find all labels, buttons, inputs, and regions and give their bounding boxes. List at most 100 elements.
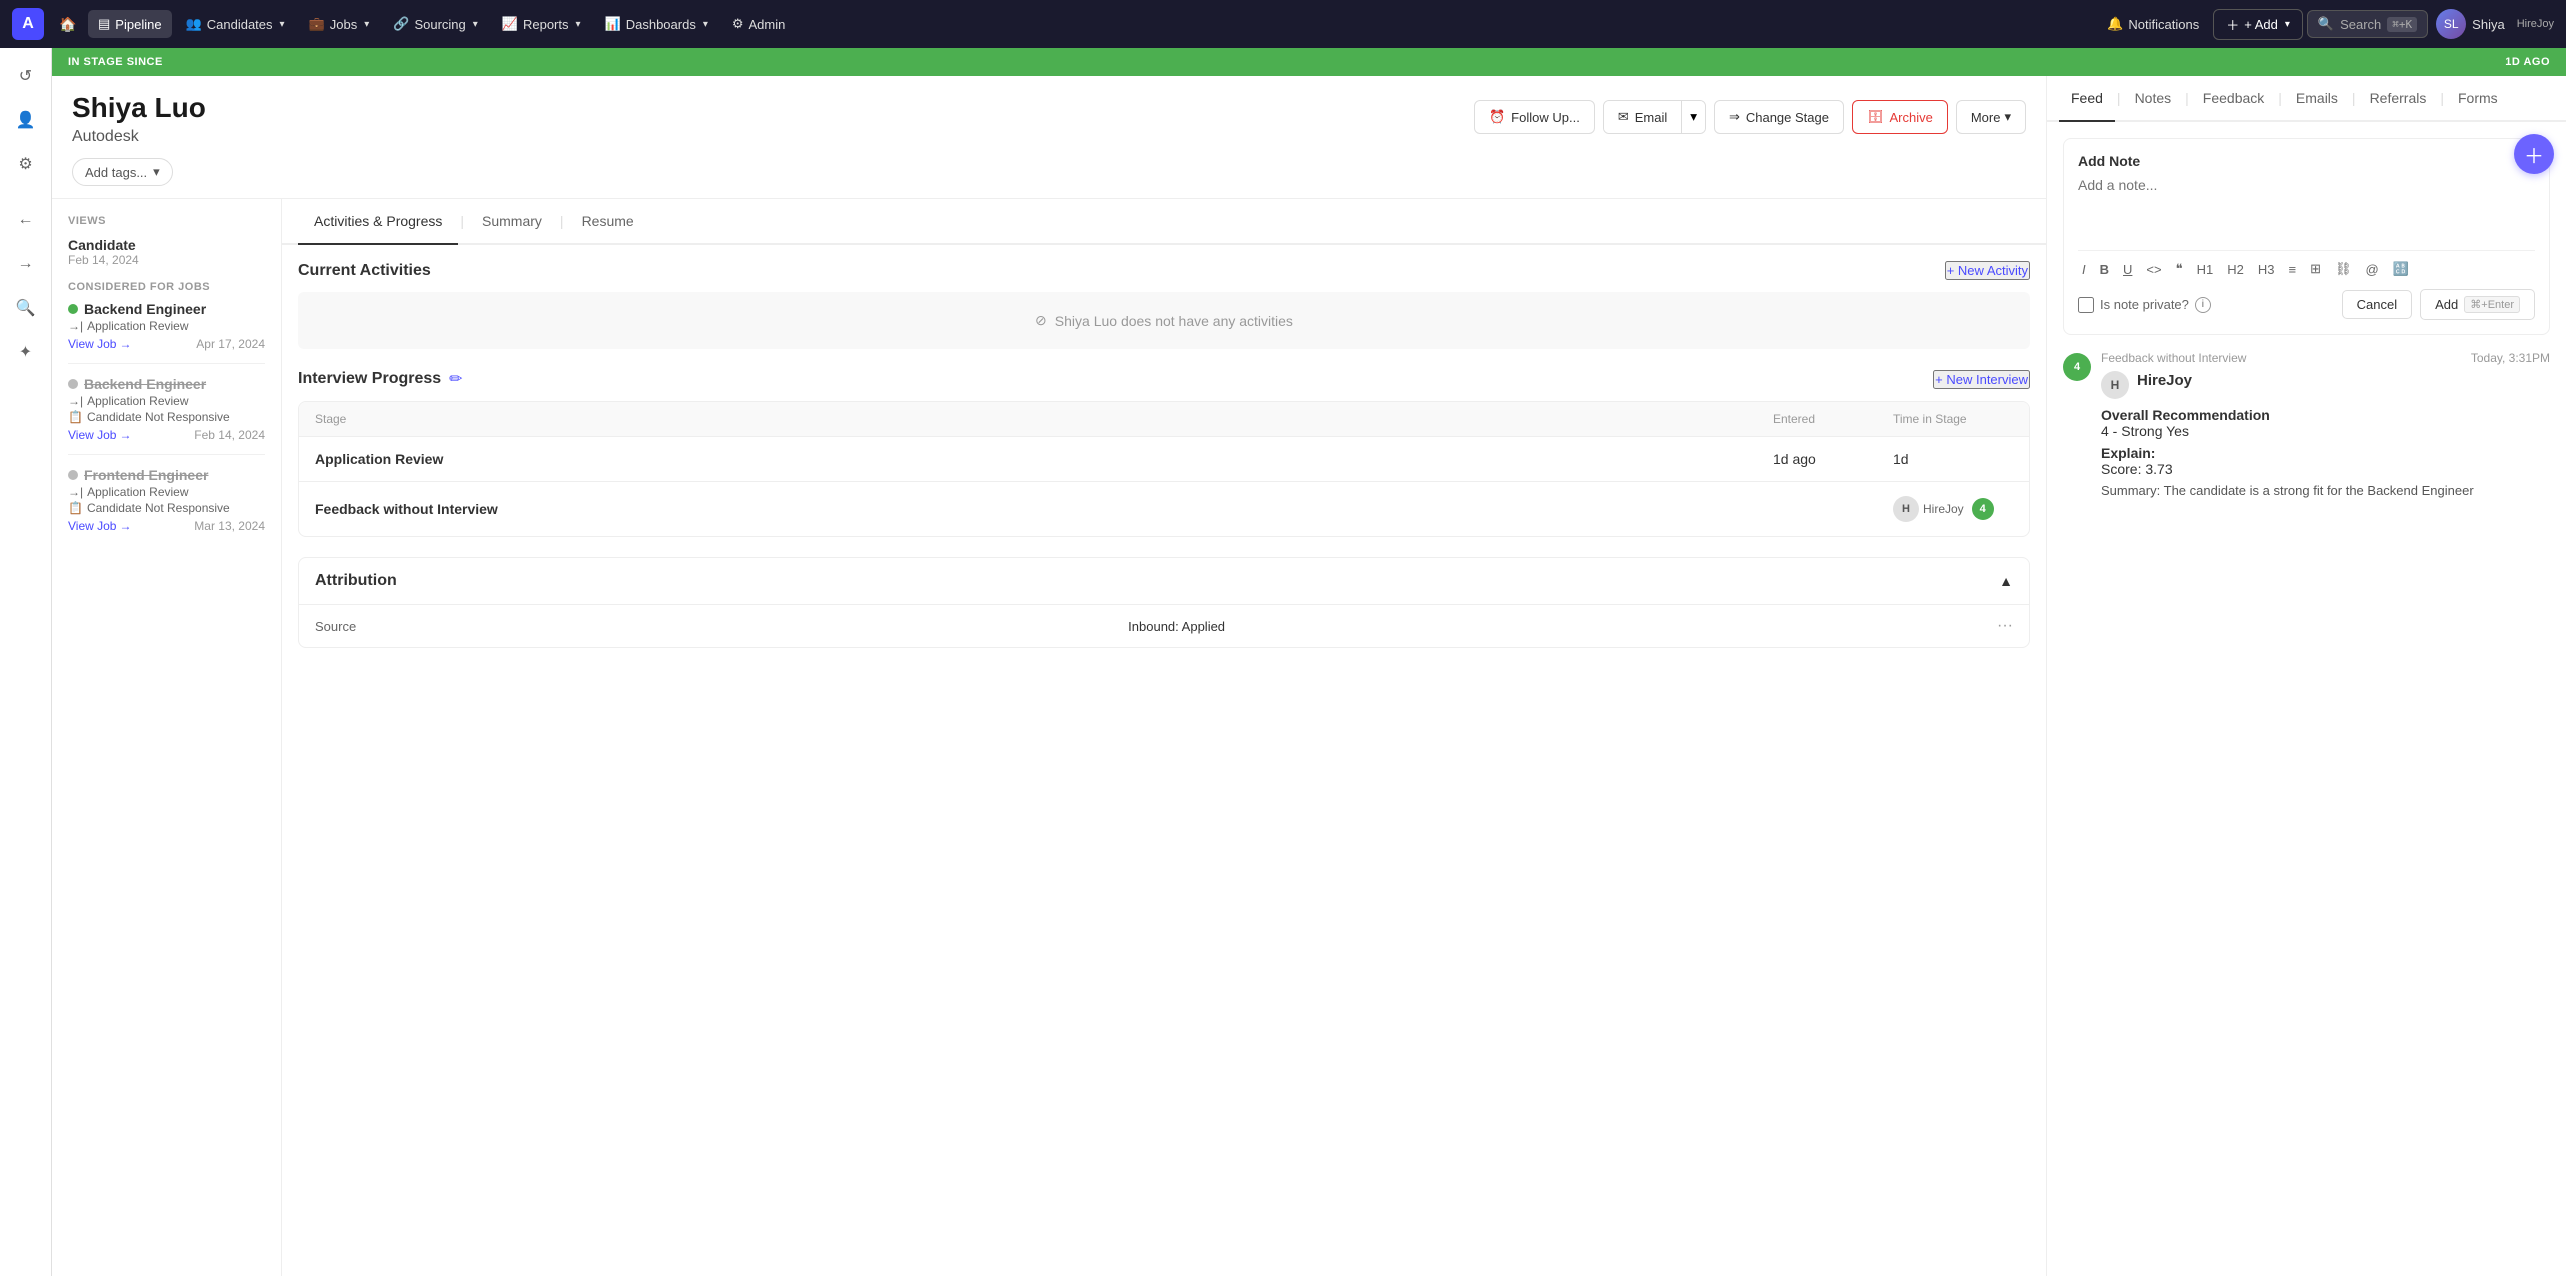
email-icon: ✉: [1618, 109, 1629, 125]
note-textarea[interactable]: [2078, 177, 2535, 237]
main-content: Activities & Progress | Summary | Resume…: [282, 199, 2046, 1276]
feedback-avatar-h: H: [1893, 496, 1919, 522]
h1-tool[interactable]: H1: [2193, 260, 2218, 279]
email-button[interactable]: ✉ Email: [1604, 101, 1681, 133]
job-item-1: Backend Engineer →| Application Review V…: [68, 301, 265, 364]
home-icon[interactable]: 🏠: [52, 8, 84, 40]
candidates-icon: 👥: [186, 16, 202, 32]
right-tab-notes[interactable]: Notes: [2123, 76, 2184, 122]
info-icon[interactable]: i: [2195, 297, 2211, 313]
feedback-count-badge: 4: [1972, 498, 1994, 520]
search-bar[interactable]: 🔍 Search ⌘+K: [2307, 10, 2428, 38]
tab-activities-progress[interactable]: Activities & Progress: [298, 199, 458, 245]
feed-avatar: H: [2101, 371, 2129, 399]
interview-table: Stage Entered Time in Stage Application …: [298, 401, 2030, 537]
tab-resume[interactable]: Resume: [566, 199, 650, 245]
tab-summary[interactable]: Summary: [466, 199, 558, 245]
quote-tool[interactable]: ❝: [2172, 259, 2187, 279]
change-stage-button[interactable]: ⇒ Change Stage: [1714, 100, 1844, 134]
right-tab-referrals[interactable]: Referrals: [2358, 76, 2439, 122]
slash-circle-icon: ⊘: [1035, 312, 1047, 329]
sidebar-history[interactable]: ↺: [6, 56, 46, 96]
search-shortcut: ⌘+K: [2387, 17, 2417, 32]
follow-up-button[interactable]: ⏰ Follow Up...: [1474, 100, 1595, 134]
view-job-link-1[interactable]: View Job →: [68, 337, 131, 351]
right-panel: Feed | Notes | Feedback | Emails | Refer…: [2046, 76, 2566, 1276]
italic-tool[interactable]: I: [2078, 260, 2090, 279]
app-logo[interactable]: A: [12, 8, 44, 40]
h2-tool[interactable]: H2: [2223, 260, 2248, 279]
nav-reports[interactable]: 📈 Reports ▾: [492, 10, 591, 38]
right-tab-feedback[interactable]: Feedback: [2191, 76, 2276, 122]
feedback-avatars: H HireJoy: [1893, 496, 1964, 522]
note-add-button[interactable]: Add ⌘+Enter: [2420, 289, 2535, 320]
attribution-section: Attribution ▲ Source Inbound: Applied ··…: [298, 557, 2030, 648]
fab-add-button[interactable]: ＋: [2514, 134, 2554, 174]
sidebar-filter[interactable]: ⚙: [6, 144, 46, 184]
job-stage-2: →| Application Review: [68, 394, 265, 408]
more-button[interactable]: More ▾: [1956, 100, 2026, 134]
attribution-row-1: Source Inbound: Applied ···: [299, 604, 2029, 647]
add-tags-button[interactable]: Add tags... ▾: [72, 158, 173, 186]
nav-jobs[interactable]: 💼 Jobs ▾: [299, 10, 380, 38]
bold-tool[interactable]: B: [2096, 260, 2113, 279]
sidebar-search[interactable]: 🔍: [6, 288, 46, 328]
h3-tool[interactable]: H3: [2254, 260, 2279, 279]
nav-admin[interactable]: ⚙ Admin: [722, 10, 796, 38]
content-area: Current Activities + New Activity ⊘ Shiy…: [282, 245, 2046, 664]
nav-dashboards[interactable]: 📊 Dashboards ▾: [595, 10, 718, 38]
job-name-1: Backend Engineer: [68, 301, 265, 317]
nav-candidates[interactable]: 👥 Candidates ▾: [176, 10, 295, 38]
link-tool[interactable]: ⛓: [2331, 259, 2356, 279]
code-tool[interactable]: <>: [2142, 260, 2165, 279]
add-shortcut: ⌘+Enter: [2464, 296, 2520, 313]
interview-row-2: Feedback without Interview H HireJoy 4: [299, 482, 2029, 536]
sourcing-icon: 🔗: [393, 16, 409, 32]
note-cancel-button[interactable]: Cancel: [2342, 290, 2412, 319]
new-interview-button[interactable]: + New Interview: [1933, 370, 2030, 389]
sidebar-new[interactable]: ✦: [6, 332, 46, 372]
inactive-dot-3: [68, 470, 78, 480]
job-rejection-3: 📋 Candidate Not Responsive: [68, 501, 265, 515]
attribution-more-icon[interactable]: ···: [1997, 617, 2013, 635]
attribution-header[interactable]: Attribution ▲: [299, 558, 2029, 604]
view-job-link-2[interactable]: View Job →: [68, 428, 131, 442]
add-button[interactable]: ＋ + Add ▾: [2213, 9, 2303, 40]
ul-tool[interactable]: ⊞: [2306, 259, 2325, 279]
user-menu[interactable]: SL Shiya HireJoy: [2432, 9, 2554, 39]
nav-pipeline[interactable]: ▤ Pipeline: [88, 10, 172, 38]
note-private-row: Is note private? i Cancel Add ⌘+Enter: [2078, 289, 2535, 320]
job-name-3: Frontend Engineer: [68, 467, 265, 483]
right-tab-feed[interactable]: Feed: [2059, 76, 2115, 122]
mention-tool[interactable]: @: [2361, 260, 2382, 279]
ol-tool[interactable]: ≡: [2284, 260, 2300, 279]
sidebar-forward[interactable]: →: [6, 244, 46, 284]
underline-tool[interactable]: U: [2119, 260, 2136, 279]
chevron-down-icon: ▾: [2004, 109, 2011, 125]
format-tool[interactable]: 🔠: [2389, 259, 2413, 279]
candidate-header: Shiya Luo Autodesk ⏰ Follow Up... ✉ Emai…: [52, 76, 2046, 199]
chevron-up-icon: ▲: [1999, 573, 2013, 589]
top-navigation: A 🏠 ▤ Pipeline 👥 Candidates ▾ 💼 Jobs ▾ 🔗…: [0, 0, 2566, 48]
considered-jobs-label: CONSIDERED FOR JOBS: [68, 281, 265, 293]
sidebar-back[interactable]: ←: [6, 200, 46, 240]
note-private-checkbox[interactable]: [2078, 297, 2094, 313]
sidebar-candidates[interactable]: 👤: [6, 100, 46, 140]
email-dropdown-button[interactable]: ▾: [1681, 101, 1705, 133]
job-item-2: Backend Engineer →| Application Review 📋…: [68, 376, 265, 455]
notifications-button[interactable]: 🔔 Notifications: [2097, 10, 2209, 38]
view-job-link-3[interactable]: View Job →: [68, 519, 131, 533]
new-activity-button[interactable]: + New Activity: [1945, 261, 2030, 280]
edit-icon[interactable]: ✏: [449, 369, 462, 389]
interview-table-header: Stage Entered Time in Stage: [299, 402, 2029, 437]
add-note-title: Add Note: [2078, 153, 2535, 169]
stage-banner: IN STAGE SINCE 1D AGO: [52, 48, 2566, 76]
right-tab-forms[interactable]: Forms: [2446, 76, 2510, 122]
left-sidebar: ↺ 👤 ⚙ ← → 🔍 ✦: [0, 48, 52, 1276]
nav-sourcing[interactable]: 🔗 Sourcing ▾: [383, 10, 488, 38]
arrows-icon: ⇒: [1729, 109, 1740, 125]
right-panel-tabs: Feed | Notes | Feedback | Emails | Refer…: [2047, 76, 2566, 122]
view-candidate-item[interactable]: Candidate Feb 14, 2024: [68, 237, 265, 267]
right-tab-emails[interactable]: Emails: [2284, 76, 2350, 122]
archive-button[interactable]: 🗄 Archive: [1852, 100, 1948, 134]
